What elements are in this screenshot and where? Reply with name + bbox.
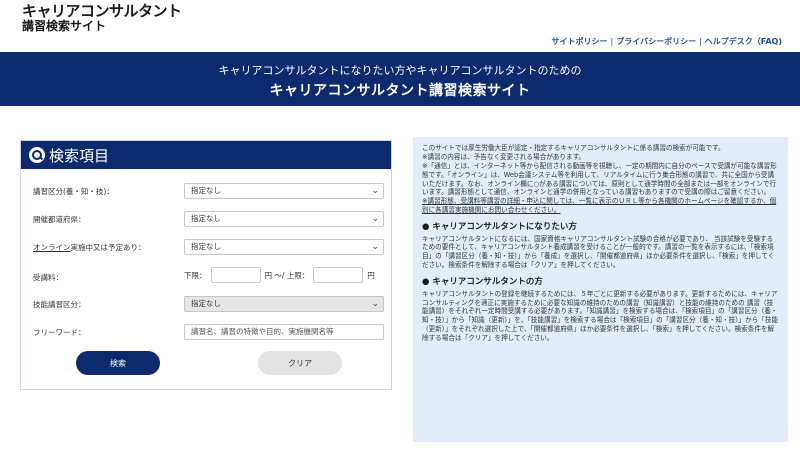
info-detail-note: ※講習形態、受講料等講習の詳細・申込に関しては、一覧に表示のＵＲＬ等から各機関の… [422, 197, 777, 215]
section-title-aspiring: キャリアコンサルタントになりたい方 [432, 222, 577, 233]
section-heading-aspiring: ● キャリアコンサルタントになりたい方 [422, 222, 577, 233]
section-text-consultants: キャリアコンサルタントの登録を継続するためには、５年ごとに更新する必要があります… [422, 289, 779, 343]
link-privacy-policy[interactable]: プライバシーポリシー [616, 37, 696, 46]
online-select[interactable]: 指定なし ⌄ [184, 239, 384, 255]
top-links: サイトポリシー | プライバシーポリシー | ヘルプデスク（FAQ) [552, 36, 782, 47]
site-logo-title[interactable]: キャリアコンサルタント 講習検索サイト [22, 2, 182, 33]
freeword-label: フリーワード： [33, 328, 86, 337]
site-title-line2: 講習検索サイト [22, 18, 107, 33]
section-title-consultants: キャリアコンサルタントの方 [432, 277, 543, 288]
freeword-input[interactable]: 講習名、講習の特徴や目的、実施機関名等 [184, 324, 384, 340]
course-type-select[interactable]: 指定なし ⌄ [184, 183, 384, 199]
chevron-down-icon: ⌄ [371, 186, 379, 196]
prefecture-label: 開催都道府県： [33, 215, 86, 224]
hero-banner: キャリアコンサルタントになりたい方やキャリアコンサルタントのための キャリアコン… [0, 52, 800, 106]
link-separator: | [699, 37, 702, 46]
banner-subtitle: キャリアコンサルタントになりたい方やキャリアコンサルタントのための [218, 64, 582, 77]
fee-range: 下限： 円 〜/ 上限： 円 [184, 267, 375, 283]
skill-type-label: 技能講習区分： [33, 300, 86, 309]
info-format-note: ※「通信」とは、インターネット等から配信される動画等を視聴し、一定の期間内に自分… [422, 161, 777, 197]
chevron-down-icon: ⌄ [371, 214, 379, 224]
search-form-panel: 検索項目 講習区分(養・知・技)： 指定なし ⌄ 開催都道府県： 指定なし ⌄ … [20, 140, 392, 390]
link-separator: | [610, 37, 614, 46]
fee-min-label: 下限： [184, 270, 207, 280]
fee-label: 受講料： [33, 273, 63, 282]
search-form-header: 検索項目 [21, 141, 391, 169]
search-form-title: 検索項目 [49, 146, 110, 165]
fee-unit-max: 円 [367, 270, 375, 280]
search-icon [29, 147, 45, 163]
fee-min-input[interactable] [210, 267, 261, 283]
prefecture-select[interactable]: 指定なし ⌄ [184, 211, 384, 227]
online-help-link[interactable]: オンライン [33, 243, 71, 252]
section-heading-consultants: ● キャリアコンサルタントの方 [422, 277, 543, 288]
link-helpdesk[interactable]: ヘルプデスク（FAQ) [705, 37, 782, 46]
online-value: 指定なし [191, 242, 221, 251]
site-title-line1: キャリアコンサルタント [22, 2, 182, 20]
clear-button[interactable]: クリア [258, 351, 342, 375]
section-text-aspiring: キャリアコンサルタントになるには、国家資格キャリアコンサルタント試験の合格が必要… [422, 234, 775, 270]
course-type-value: 指定なし [191, 186, 221, 195]
chevron-down-icon: ⌄ [371, 242, 379, 252]
chevron-down-icon: ⌄ [371, 299, 379, 309]
info-intro: このサイトでは厚生労働大臣が認定・指定するキャリアコンサルタントに係る講習の検索… [422, 144, 725, 152]
course-type-label: 講習区分(養・知・技)： [33, 187, 114, 196]
skill-type-select[interactable]: 指定なし ⌄ [184, 296, 384, 312]
online-label-text: 実施中又は予定あり： [70, 243, 146, 252]
link-site-policy[interactable]: サイトポリシー [552, 37, 608, 46]
skill-type-value: 指定なし [191, 299, 221, 308]
info-panel: このサイトでは厚生労働大臣が認定・指定するキャリアコンサルタントに係る講習の検索… [413, 137, 788, 442]
search-button[interactable]: 検索 [76, 351, 160, 375]
online-label: オンライン実施中又は予定あり： [33, 242, 146, 253]
banner-title: キャリアコンサルタント講習検索サイト [269, 83, 531, 99]
fee-max-input[interactable] [313, 267, 364, 283]
fee-unit-min: 円 〜/ 上限： [264, 270, 310, 280]
prefecture-value: 指定なし [191, 214, 221, 223]
info-notice: ※講習の内容は、予告なく変更される場合があります。 [422, 152, 586, 161]
